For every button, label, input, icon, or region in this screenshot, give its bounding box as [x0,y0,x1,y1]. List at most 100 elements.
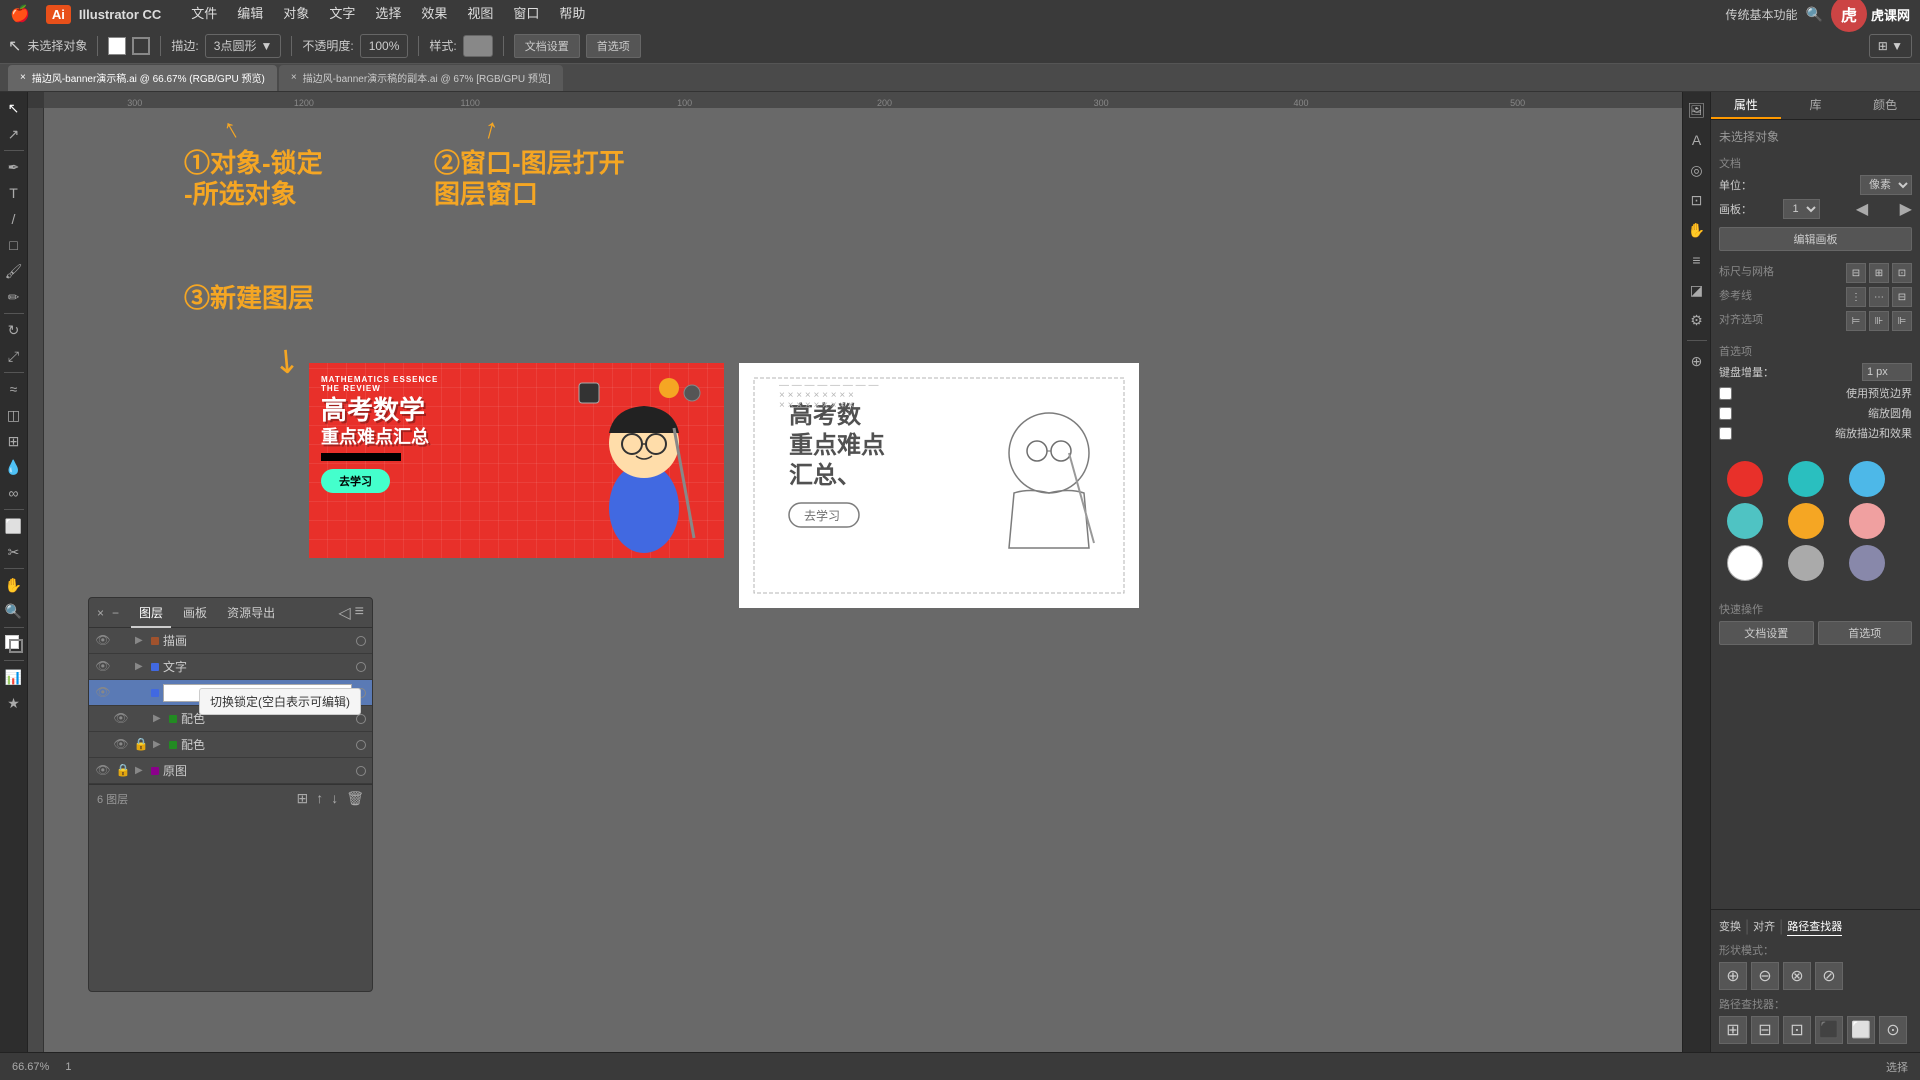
layers-tab-artboards[interactable]: 画板 [175,598,215,628]
layer-eye-2[interactable]: 👁 [95,685,111,701]
edit-artboard-btn[interactable]: 编辑画板 [1719,227,1912,251]
layers-delete-btn[interactable]: 🗑 [346,790,364,807]
tool-paintbrush[interactable]: 🖌 [2,259,26,283]
swatch-pink[interactable] [1849,503,1885,539]
bottom-tab-transform[interactable]: 变换 [1719,918,1741,936]
panel-icon-9[interactable]: ⊕ [1683,347,1711,375]
tool-mesh[interactable]: ⊞ [2,429,26,453]
align-icon-3[interactable]: ⊫ [1892,311,1912,331]
stroke-selector[interactable]: 3点圆形 ▼ [205,34,282,58]
menu-view[interactable]: 视图 [457,0,503,28]
panel-icon-8[interactable]: ⚙ [1683,306,1711,334]
bottom-tab-align[interactable]: 对齐 [1753,918,1775,936]
layer-row-5[interactable]: 👁 🔒 ▶ 原图 [89,758,372,784]
tool-scale[interactable]: ⤢ [2,344,26,368]
scale-corners-check[interactable] [1719,407,1732,420]
panel-icon-2[interactable]: A [1683,126,1711,154]
menu-edit[interactable]: 编辑 [227,0,273,28]
layer-row-1[interactable]: 👁 ▶ 文字 [89,654,372,680]
panel-tab-color[interactable]: 颜色 [1850,92,1920,119]
tool-width[interactable]: ≈ [2,377,26,401]
ruler-icon-h[interactable]: ⊟ [1846,263,1866,283]
layer-eye-3[interactable]: 👁 [113,711,129,727]
quick-doc-settings-btn[interactable]: 文档设置 [1719,621,1814,645]
preferences-btn[interactable]: 首选项 [586,34,641,58]
view-options[interactable]: ⊞ ▼ [1869,34,1912,58]
shape-intersect[interactable]: ⊗ [1783,962,1811,990]
menu-select[interactable]: 选择 [365,0,411,28]
swatch-gray[interactable] [1788,545,1824,581]
layer-expand-3[interactable]: ▶ [153,713,165,724]
scale-strokes-check[interactable] [1719,427,1732,440]
panel-icon-7[interactable]: ◪ [1683,276,1711,304]
swatch-white[interactable] [1727,545,1763,581]
layer-lock-1[interactable] [115,659,131,675]
tool-pencil[interactable]: ✏ [2,285,26,309]
guide-icon-1[interactable]: ⋮ [1846,287,1866,307]
align-icon-1[interactable]: ⊨ [1846,311,1866,331]
swatch-cyan[interactable] [1727,503,1763,539]
layer-expand-4[interactable]: ▶ [153,739,165,750]
tool-artboard[interactable]: ⬜ [2,514,26,538]
layers-move-down-btn[interactable]: ↓ [331,790,338,807]
ruler-icon-g[interactable]: ⊞ [1869,263,1889,283]
align-icon-2[interactable]: ⊪ [1869,311,1889,331]
menu-effects[interactable]: 效果 [411,0,457,28]
layer-lock-4[interactable]: 🔒 [133,737,149,753]
layer-expand-0[interactable]: ▶ [135,635,147,646]
opacity-input[interactable]: 100% [360,34,409,58]
tool-type[interactable]: T [2,181,26,205]
style-selector[interactable] [463,35,493,57]
panel-tab-properties[interactable]: 属性 [1711,92,1781,119]
shape-unite[interactable]: ⊕ [1719,962,1747,990]
panel-icon-4[interactable]: ⊡ [1683,186,1711,214]
unit-select[interactable]: 像素 [1860,175,1912,195]
menu-file[interactable]: 文件 [181,0,227,28]
tool-gradient[interactable]: ◫ [2,403,26,427]
shape-minus[interactable]: ⊖ [1751,962,1779,990]
fill-color[interactable] [108,37,126,55]
layers-tab-export[interactable]: 资源导出 [219,598,283,628]
tool-pen[interactable]: ✒ [2,155,26,179]
layers-expand-icon[interactable]: ◁ [338,603,350,623]
fill-indicator[interactable] [2,632,26,656]
tool-hand[interactable]: ✋ [2,573,26,597]
panel-icon-3[interactable]: ◎ [1683,156,1711,184]
canvas-content[interactable]: ①对象-锁定 -所选对象 ②窗口-图层打开 图层窗口 ↑ ↑ ③新建图层 ↗ [44,108,1710,1052]
tool-slice[interactable]: ✂ [2,540,26,564]
swatch-purple-gray[interactable] [1849,545,1885,581]
layers-close-btn[interactable]: × [97,606,104,620]
menu-help[interactable]: 帮助 [549,0,595,28]
ruler-icon-s[interactable]: ⊡ [1892,263,1912,283]
artboard-select[interactable]: 1 [1783,199,1820,219]
layers-move-up-btn[interactable]: ↑ [316,790,323,807]
tool-blend[interactable]: ∞ [2,481,26,505]
layer-eye-1[interactable]: 👁 [95,659,111,675]
tool-special[interactable]: ★ [2,691,26,715]
menu-text[interactable]: 文字 [319,0,365,28]
layer-row-4[interactable]: 👁 🔒 ▶ 配色 [89,732,372,758]
prev-artboard[interactable]: ◀ [1856,199,1868,219]
layers-menu-icon[interactable]: ≡ [355,603,364,623]
tab-2[interactable]: × 描边风-banner演示稿的副本.ai @ 67% [RGB/GPU 预览] [279,65,563,91]
stroke-color[interactable] [132,37,150,55]
menu-window[interactable]: 窗口 [503,0,549,28]
tool-rotate[interactable]: ↻ [2,318,26,342]
layer-eye-4[interactable]: 👁 [113,737,129,753]
tool-line[interactable]: / [2,207,26,231]
panel-icon-5[interactable]: ✋ [1683,216,1711,244]
keyboard-input[interactable] [1862,363,1912,381]
path-minus-back[interactable]: ⊙ [1879,1016,1907,1044]
apple-menu[interactable]: 🍎 [10,4,30,24]
snap-bounds-check[interactable] [1719,387,1732,400]
guide-icon-2[interactable]: ⋯ [1869,287,1889,307]
path-trim[interactable]: ⊟ [1751,1016,1779,1044]
layer-expand-5[interactable]: ▶ [135,765,147,776]
bottom-tab-pathfinder[interactable]: 路径查找器 [1787,918,1842,936]
tool-rect[interactable]: □ [2,233,26,257]
quick-prefs-btn[interactable]: 首选项 [1818,621,1913,645]
layer-eye-5[interactable]: 👁 [95,763,111,779]
panel-icon-6[interactable]: ≡ [1683,246,1711,274]
path-divide[interactable]: ⊞ [1719,1016,1747,1044]
tab-1[interactable]: × 描边风-banner演示稿.ai @ 66.67% (RGB/GPU 预览) [8,65,277,91]
